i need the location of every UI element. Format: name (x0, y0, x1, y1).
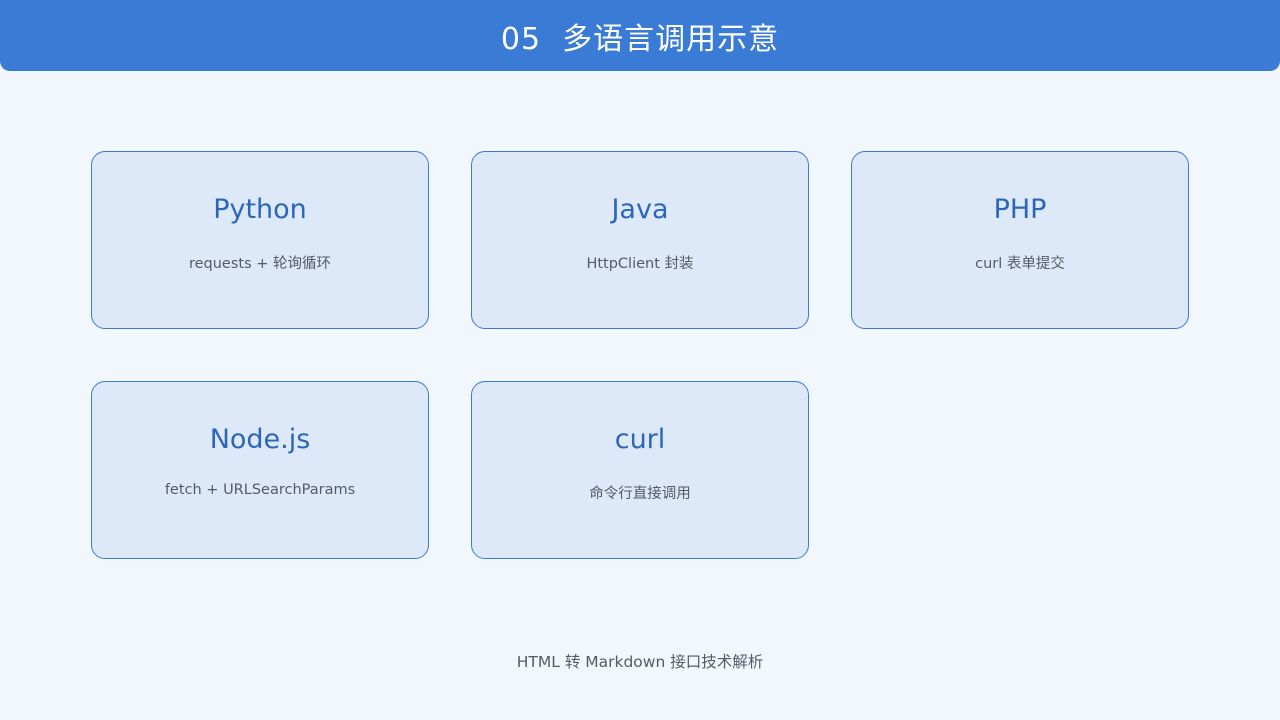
card-title: Python (213, 194, 307, 225)
card-title: PHP (993, 194, 1047, 225)
page-title: 05 多语言调用示意 (500, 21, 780, 57)
language-card-curl: curl 命令行直接调用 (471, 381, 809, 559)
card-title: Node.js (209, 424, 311, 455)
card-title: curl (614, 424, 666, 455)
header-bar: 05 多语言调用示意 (0, 0, 1280, 71)
language-card-php: PHP curl 表单提交 (851, 151, 1189, 329)
language-card-java: Java HttpClient 封装 (471, 151, 809, 329)
card-description: HttpClient 封装 (586, 256, 694, 272)
card-description: curl 表单提交 (975, 256, 1065, 272)
language-card-python: Python requests + 轮询循环 (91, 151, 429, 329)
card-title: Java (611, 194, 669, 225)
language-card-nodejs: Node.js fetch + URLSearchParams (91, 381, 429, 559)
footer-caption: HTML 转 Markdown 接口技术解析 (516, 653, 764, 671)
card-description: fetch + URLSearchParams (164, 482, 356, 498)
card-description: requests + 轮询循环 (188, 256, 332, 272)
card-description: 命令行直接调用 (589, 486, 691, 502)
